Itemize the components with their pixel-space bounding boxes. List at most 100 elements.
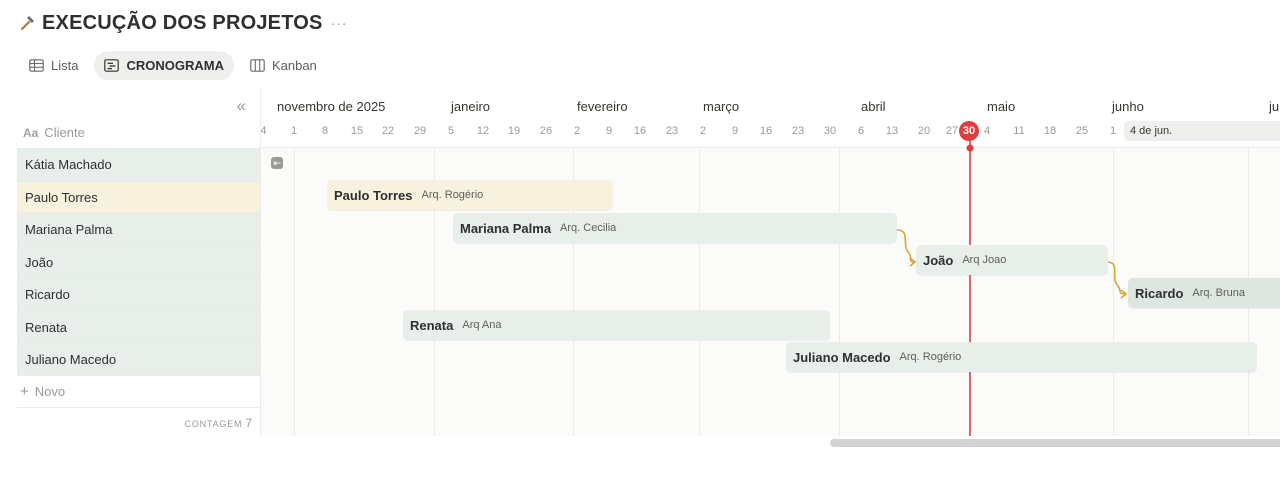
list-item[interactable]: Renata (17, 310, 260, 343)
today-badge: 30 (959, 121, 979, 141)
month-label: maio (987, 99, 1016, 114)
tick-label: 9 (605, 125, 613, 137)
tick-label: 18 (1043, 125, 1057, 137)
bar-architect: Arq Joao (962, 254, 1007, 266)
horizontal-scrollbar[interactable] (830, 439, 1280, 447)
tick-label: 6 (857, 125, 865, 137)
hammer-icon (18, 14, 36, 32)
tick-label: 8 (321, 125, 329, 137)
timeline-view: novembro de 2025 janeiro fevereiro março… (260, 88, 1280, 436)
bar-architect: Arq. Rogério (421, 189, 484, 201)
tick-label: 23 (665, 125, 679, 137)
tick-label: 2 (573, 125, 581, 137)
timeline-icon (104, 59, 120, 72)
tick-label: 11 (1013, 125, 1025, 137)
bar-architect: Arq. Cecilia (560, 222, 617, 234)
bar-client-name: Juliano Macedo (793, 349, 891, 365)
tick-label: 16 (759, 125, 773, 137)
month-label: junho (1112, 99, 1144, 114)
tick-label: 13 (885, 125, 899, 137)
count-footer: CONTAGEM 7 (185, 416, 252, 430)
tick-label: 15 (350, 125, 364, 137)
property-label: Cliente (44, 125, 85, 140)
tick-label: 20 (917, 125, 931, 137)
bar-architect: Arq. Bruna (1192, 287, 1245, 299)
list-item[interactable]: Paulo Torres (17, 180, 260, 213)
tab-cronograma[interactable]: CRONOGRAMA (94, 51, 234, 80)
timeline-bar[interactable]: João Arq Joao (916, 245, 1108, 275)
tick-label: 25 (1075, 125, 1089, 137)
tick-label: 4 (983, 125, 991, 137)
month-divider (699, 148, 700, 436)
bar-architect: Arq. Rogério (899, 351, 962, 363)
bar-client-name: Ricardo (1135, 285, 1184, 301)
arrow-left-icon[interactable]: ⇤ (271, 157, 283, 169)
tick-label: 26 (539, 125, 553, 137)
tick-label: 29 (413, 125, 427, 137)
count-value: 7 (245, 416, 252, 430)
tick-label: 30 (823, 125, 837, 137)
month-label: ju (1269, 99, 1280, 114)
dependency-arrow-head (1120, 289, 1128, 299)
timeline-bar[interactable]: Renata Arq Ana (403, 310, 830, 340)
client-list: Kátia Machado Paulo Torres Mariana Palma… (17, 148, 260, 376)
month-label: fevereiro (577, 99, 628, 114)
bar-client-name: Paulo Torres (334, 187, 413, 203)
property-header[interactable]: Aa Cliente (23, 125, 85, 140)
tick-label: 1 (1109, 125, 1117, 137)
list-item[interactable]: Ricardo (17, 278, 260, 311)
view-tabs: Lista CRONOGRAMA Kanban (19, 51, 327, 80)
dependency-arrow (1106, 261, 1127, 295)
tick-label: 24 (260, 125, 267, 137)
list-item[interactable]: Kátia Machado (17, 148, 260, 181)
month-label: janeiro (451, 99, 491, 114)
tab-label: Lista (51, 58, 79, 73)
tab-label: Kanban (271, 58, 317, 73)
today-marker-dot (966, 144, 974, 152)
tab-label: CRONOGRAMA (126, 58, 224, 73)
dependency-arrow (896, 229, 916, 263)
tab-kanban[interactable]: Kanban (240, 51, 327, 80)
month-divider (1113, 148, 1114, 436)
more-dots-icon[interactable]: ··· (331, 15, 348, 31)
tick-label: 9 (731, 125, 739, 137)
tick-label: 16 (633, 125, 647, 137)
new-item-button[interactable]: + Novo (17, 376, 260, 408)
month-label: março (703, 99, 740, 114)
month-label: abril (861, 99, 886, 114)
board-icon (250, 59, 265, 72)
tick-label: 5 (447, 125, 455, 137)
count-label: CONTAGEM (184, 419, 243, 429)
tick-label: 23 (791, 125, 805, 137)
timeline-bar[interactable]: Ricardo Arq. Bruna (1128, 278, 1280, 308)
page-title: EXECUÇÃO DOS PROJETOS (42, 11, 323, 34)
tick-label: 19 (507, 125, 521, 137)
month-divider (294, 148, 295, 436)
month-label: novembro de 2025 (277, 99, 386, 114)
collapse-sidebar-icon[interactable]: « (237, 96, 246, 116)
timeline-bar[interactable]: Juliano Macedo Arq. Rogério (786, 342, 1257, 372)
table-icon (29, 59, 44, 72)
timeline-bar[interactable]: Paulo Torres Arq. Rogério (327, 180, 613, 210)
bar-client-name: Renata (410, 317, 454, 333)
month-divider (839, 148, 840, 436)
date-chip[interactable]: 4 de jun. (1124, 121, 1280, 141)
bar-client-name: João (923, 252, 954, 268)
tick-label: 27 (945, 125, 959, 137)
tick-label: 1 (290, 125, 298, 137)
text-property-icon: Aa (23, 125, 39, 140)
tick-label: 2 (699, 125, 707, 137)
today-line (969, 134, 971, 436)
bar-client-name: Mariana Palma (460, 220, 552, 236)
list-item[interactable]: Mariana Palma (17, 213, 260, 246)
timeline-bar[interactable]: Mariana Palma Arq. Cecilia (453, 213, 897, 243)
bar-architect: Arq Ana (462, 319, 502, 331)
list-item[interactable]: João (17, 245, 260, 278)
tick-label: 22 (381, 125, 395, 137)
app-window: EXECUÇÃO DOS PROJETOS ··· Lista CRONOGRA… (0, 0, 1280, 500)
list-item[interactable]: Juliano Macedo (17, 343, 260, 376)
dependency-arrow-head (909, 257, 917, 267)
new-item-label: Novo (34, 384, 66, 399)
tab-lista[interactable]: Lista (19, 51, 88, 80)
tick-label: 12 (476, 125, 490, 137)
